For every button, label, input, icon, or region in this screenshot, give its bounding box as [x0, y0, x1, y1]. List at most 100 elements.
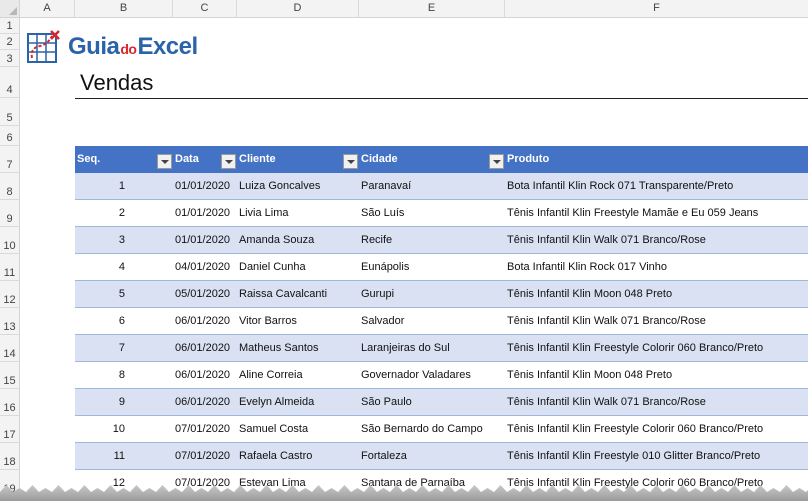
row-header[interactable]: 16	[0, 389, 19, 416]
cell-data[interactable]: 06/01/2020	[173, 308, 237, 334]
cell-data[interactable]: 06/01/2020	[173, 389, 237, 415]
row-header[interactable]: 11	[0, 254, 19, 281]
filter-dropdown-icon[interactable]	[489, 154, 504, 169]
cell-produto[interactable]: Tênis Infantil Klin Freestyle Colorir 06…	[505, 416, 808, 442]
row-header[interactable]: 12	[0, 281, 19, 308]
cell-data[interactable]: 06/01/2020	[173, 362, 237, 388]
cell-cidade[interactable]: São Luís	[359, 200, 505, 226]
cell-data[interactable]: 07/01/2020	[173, 443, 237, 469]
row-header[interactable]: 4	[0, 67, 19, 98]
cell-cliente[interactable]: Daniel Cunha	[237, 254, 359, 280]
cell-cidade[interactable]: Eunápolis	[359, 254, 505, 280]
column-header-c[interactable]: C	[173, 0, 237, 17]
column-header-f[interactable]: F	[505, 0, 808, 17]
cell-cidade[interactable]: Laranjeiras do Sul	[359, 335, 505, 361]
table-row[interactable]: 4 04/01/2020 Daniel Cunha Eunápolis Bota Inf…	[75, 254, 808, 281]
cell-produto[interactable]: Bota Infantil Klin Rock 071 Transparente…	[505, 173, 808, 199]
cell-cliente[interactable]: Evelyn Almeida	[237, 389, 359, 415]
sheet-title[interactable]: Vendas	[80, 70, 153, 96]
cell-seq[interactable]: 11	[75, 443, 129, 469]
cell-cidade[interactable]: São Bernardo do Campo	[359, 416, 505, 442]
column-header-d[interactable]: D	[237, 0, 359, 17]
row-header[interactable]: 15	[0, 362, 19, 389]
header-cidade[interactable]: Cidade	[359, 146, 505, 173]
row-header[interactable]: 10	[0, 227, 19, 254]
header-produto[interactable]: Produto	[505, 146, 808, 173]
cell-cliente[interactable]: Livia Lima	[237, 200, 359, 226]
filter-dropdown-icon[interactable]	[221, 154, 236, 169]
cell-seq[interactable]: 9	[75, 389, 129, 415]
row-header[interactable]: 18	[0, 443, 19, 470]
cell-seq[interactable]: 1	[75, 173, 129, 199]
column-header-b[interactable]: B	[75, 0, 173, 17]
table-row[interactable]: 11 07/01/2020 Rafaela Castro Fortaleza Tênis…	[75, 443, 808, 470]
cell-cliente[interactable]: Amanda Souza	[237, 227, 359, 253]
cell-produto[interactable]: Tênis Infantil Klin Walk 071 Branco/Rose	[505, 389, 808, 415]
cell-seq[interactable]: 5	[75, 281, 129, 307]
row-header[interactable]: 8	[0, 173, 19, 200]
table-row[interactable]: 2 01/01/2020 Livia Lima São Luís Tênis Infan…	[75, 200, 808, 227]
cell-seq[interactable]: 2	[75, 200, 129, 226]
cell-seq[interactable]: 7	[75, 335, 129, 361]
cell-produto[interactable]: Tênis Infantil Klin Walk 071 Branco/Rose	[505, 227, 808, 253]
cell-seq[interactable]: 3	[75, 227, 129, 253]
cell-cliente[interactable]: Raissa Cavalcanti	[237, 281, 359, 307]
row-header[interactable]: 13	[0, 308, 19, 335]
cell-cliente[interactable]: Luiza Goncalves	[237, 173, 359, 199]
cell-cidade[interactable]: São Paulo	[359, 389, 505, 415]
row-header[interactable]: 17	[0, 416, 19, 443]
cell-cliente[interactable]: Samuel Costa	[237, 416, 359, 442]
table-row[interactable]: 1 01/01/2020 Luiza Goncalves Paranavaí Bota …	[75, 173, 808, 200]
cell-cidade[interactable]: Fortaleza	[359, 443, 505, 469]
row-header[interactable]: 1	[0, 18, 19, 34]
cell-data[interactable]: 07/01/2020	[173, 416, 237, 442]
cell-data[interactable]: 01/01/2020	[173, 227, 237, 253]
cell-cidade[interactable]: Gurupi	[359, 281, 505, 307]
cell-cliente[interactable]: Rafaela Castro	[237, 443, 359, 469]
cell-seq[interactable]: 6	[75, 308, 129, 334]
row-header[interactable]: 14	[0, 335, 19, 362]
select-all-corner[interactable]	[0, 0, 20, 17]
cell-cidade[interactable]: Paranavaí	[359, 173, 505, 199]
row-header[interactable]: 3	[0, 50, 19, 67]
cell-data[interactable]: 01/01/2020	[173, 173, 237, 199]
cell-produto[interactable]: Tênis Infantil Klin Moon 048 Preto	[505, 362, 808, 388]
table-row[interactable]: 3 01/01/2020 Amanda Souza Recife Tênis Infan…	[75, 227, 808, 254]
row-header[interactable]: 2	[0, 34, 19, 50]
cell-cliente[interactable]: Vitor Barros	[237, 308, 359, 334]
table-row[interactable]: 10 07/01/2020 Samuel Costa São Bernardo do …	[75, 416, 808, 443]
row-header[interactable]: 9	[0, 200, 19, 227]
cell-data[interactable]: 04/01/2020	[173, 254, 237, 280]
cell-cidade[interactable]: Governador Valadares	[359, 362, 505, 388]
cell-cliente[interactable]: Matheus Santos	[237, 335, 359, 361]
cell-seq[interactable]: 4	[75, 254, 129, 280]
cell-seq[interactable]: 8	[75, 362, 129, 388]
cell-cidade[interactable]: Salvador	[359, 308, 505, 334]
header-cliente[interactable]: Cliente	[237, 146, 359, 173]
table-row[interactable]: 8 06/01/2020 Aline Correia Governador Valad…	[75, 362, 808, 389]
cell-data[interactable]: 06/01/2020	[173, 335, 237, 361]
cell-produto[interactable]: Tênis Infantil Klin Freestyle Mamãe e Eu…	[505, 200, 808, 226]
filter-dropdown-icon[interactable]	[343, 154, 358, 169]
filter-dropdown-icon[interactable]	[157, 154, 172, 169]
row-header[interactable]: 7	[0, 146, 19, 173]
table-row[interactable]: 6 06/01/2020 Vitor Barros Salvador Tênis Inf…	[75, 308, 808, 335]
cell-produto[interactable]: Bota Infantil Klin Rock 017 Vinho	[505, 254, 808, 280]
cell-produto[interactable]: Tênis Infantil Klin Moon 048 Preto	[505, 281, 808, 307]
row-header-bar: 1 2 3 4 5 6 7 8 9 10 11 12 13 14 15 16 1…	[0, 18, 20, 501]
table-row[interactable]: 7 06/01/2020 Matheus Santos Laranjeiras do …	[75, 335, 808, 362]
cell-cliente[interactable]: Aline Correia	[237, 362, 359, 388]
row-header[interactable]: 6	[0, 126, 19, 146]
cell-cidade[interactable]: Recife	[359, 227, 505, 253]
cell-data[interactable]: 05/01/2020	[173, 281, 237, 307]
table-row[interactable]: 5 05/01/2020 Raissa Cavalcanti Gurupi Tênis …	[75, 281, 808, 308]
row-header[interactable]: 5	[0, 98, 19, 126]
cell-data[interactable]: 01/01/2020	[173, 200, 237, 226]
table-row[interactable]: 9 06/01/2020 Evelyn Almeida São Paulo Tênis …	[75, 389, 808, 416]
column-header-e[interactable]: E	[359, 0, 505, 17]
cell-produto[interactable]: Tênis Infantil Klin Freestyle 010 Glitte…	[505, 443, 808, 469]
column-header-a[interactable]: A	[20, 0, 75, 17]
cell-produto[interactable]: Tênis Infantil Klin Freestyle Colorir 06…	[505, 335, 808, 361]
cell-produto[interactable]: Tênis Infantil Klin Walk 071 Branco/Rose	[505, 308, 808, 334]
cell-seq[interactable]: 10	[75, 416, 129, 442]
